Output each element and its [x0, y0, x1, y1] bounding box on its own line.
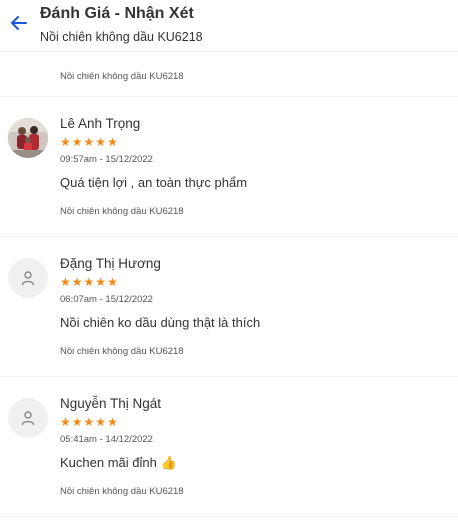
rating-stars: ★ ★ ★ ★ ★	[60, 416, 118, 428]
star-icon: ★	[83, 135, 95, 149]
page-subtitle: Nồi chiên không dầu KU6218	[40, 30, 203, 44]
review-divider	[0, 96, 458, 97]
review-product-tag: Nồi chiên không dầu KU6218	[60, 71, 184, 82]
star-icon: ★	[107, 135, 118, 149]
review-list[interactable]: Nồi chiên không dầu KU6218 Lê Anh Trọng …	[0, 52, 458, 528]
star-icon: ★	[83, 275, 95, 289]
star-icon: ★	[83, 415, 95, 429]
arrow-left-icon	[11, 16, 27, 30]
user-avatar	[8, 258, 48, 298]
rating-stars: ★ ★ ★ ★ ★	[60, 276, 118, 288]
star-icon: ★	[60, 415, 71, 429]
review-item: Đặng Thị Hương ★ ★ ★ ★ ★ 06:07am - 15/12…	[0, 256, 458, 396]
review-time: 05:41am - 14/12/2022	[60, 434, 153, 445]
star-icon: ★	[107, 275, 118, 289]
review-comment: Quá tiện lợi , an toàn thực phẩm	[60, 175, 248, 190]
reviewer-name: Nguyễn Thị Ngát	[60, 396, 162, 411]
star-icon: ★	[95, 275, 107, 289]
star-icon: ★	[71, 275, 83, 289]
star-icon: ★	[71, 415, 83, 429]
review-comment: Nồi chiên ko dầu dùng thật là thích	[60, 315, 261, 330]
star-icon: ★	[60, 275, 71, 289]
star-icon: ★	[107, 415, 118, 429]
user-placeholder-icon	[21, 271, 35, 286]
page-title: Đánh Giá - Nhận Xét	[40, 5, 194, 22]
app-header: Đánh Giá - Nhận Xét Nồi chiên không dầu …	[0, 0, 458, 52]
review-product-tag: Nồi chiên không dầu KU6218	[60, 206, 184, 217]
photo-avatar	[8, 118, 48, 158]
review-divider	[0, 376, 458, 377]
review-product-tag: Nồi chiên không dầu KU6218	[60, 346, 184, 357]
user-avatar	[8, 118, 48, 158]
review-time: 09:57am - 15/12/2022	[60, 154, 153, 165]
rating-stars: ★ ★ ★ ★ ★	[60, 136, 118, 148]
review-item: Nguyễn Thị Ngát ★ ★ ★ ★ ★ 05:41am - 14/1…	[0, 396, 458, 528]
review-item: Lê Anh Trọng ★ ★ ★ ★ ★ 09:57am - 15/12/2…	[0, 116, 458, 256]
star-icon: ★	[95, 135, 107, 149]
review-time: 06:07am - 15/12/2022	[60, 294, 153, 305]
star-icon: ★	[60, 135, 71, 149]
review-comment: Kuchen mãi đỉnh 👍	[60, 455, 177, 470]
user-placeholder-icon	[21, 411, 35, 426]
review-divider	[0, 516, 458, 517]
review-divider	[0, 236, 458, 237]
star-icon: ★	[71, 135, 83, 149]
reviewer-name: Đặng Thị Hương	[60, 256, 161, 271]
review-product-tag: Nồi chiên không dầu KU6218	[60, 486, 184, 497]
user-avatar	[8, 398, 48, 438]
reviewer-name: Lê Anh Trọng	[60, 116, 141, 131]
star-icon: ★	[95, 415, 107, 429]
back-button[interactable]	[8, 12, 30, 34]
